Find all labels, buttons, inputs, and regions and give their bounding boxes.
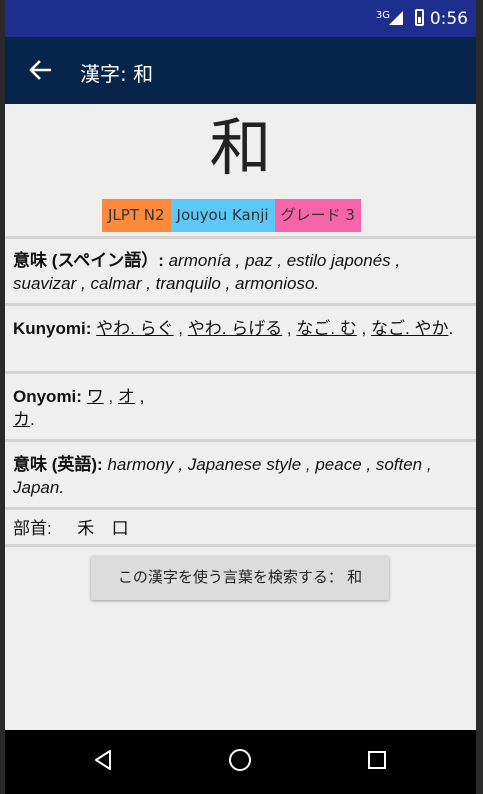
divider — [5, 371, 476, 374]
kunyomi-separator: , — [356, 319, 371, 338]
nav-recents-icon[interactable] — [368, 751, 386, 769]
divider — [5, 507, 476, 510]
meaning-english: 意味 (英語): harmony , Japanese style , peac… — [13, 453, 468, 499]
divider — [5, 544, 476, 547]
onyomi-label: Onyomi: — [13, 387, 82, 406]
jlpt-tag: JLPT N2 — [102, 199, 171, 232]
navigation-bar — [5, 730, 476, 794]
kunyomi-reading[interactable]: やわ. らぐ — [96, 319, 173, 338]
app-screen: 3G 0:56 漢字: 和 和 JLPT N2 Jouyou Kanji グレー… — [5, 0, 476, 794]
status-bar: 3G 0:56 — [5, 0, 476, 37]
nav-back-icon[interactable] — [93, 749, 113, 771]
kunyomi-separator: , — [282, 319, 297, 338]
kunyomi-reading[interactable]: やわ. らげる — [188, 319, 282, 338]
radical-item[interactable]: 禾 — [77, 519, 94, 538]
divider — [5, 303, 476, 306]
kanji-character: 和 — [209, 111, 272, 184]
app-bar: 漢字: 和 — [5, 37, 476, 104]
network-type: 3G — [375, 10, 390, 21]
kunyomi-end: . — [448, 319, 454, 338]
radical-item[interactable]: 口 — [112, 519, 129, 538]
onyomi-reading[interactable]: オ — [118, 387, 135, 406]
divider — [5, 439, 476, 442]
status-time: 0:56 — [429, 9, 468, 29]
signal-icon — [389, 11, 403, 25]
kunyomi-reading[interactable]: なご. やか — [371, 319, 448, 338]
onyomi-row: Onyomi: ワ , オ , カ. — [13, 385, 468, 431]
meaning-spanish-label: 意味 (スペイン語）: — [13, 251, 164, 270]
kunyomi-reading[interactable]: なご. む — [296, 319, 356, 338]
battery-icon — [415, 9, 424, 26]
onyomi-reading[interactable]: カ — [13, 410, 30, 429]
jouyou-tag: Jouyou Kanji — [170, 199, 275, 232]
onyomi-separator: , — [134, 387, 145, 406]
radicals-row: 部首: 禾 口 — [13, 517, 468, 540]
meaning-spanish: 意味 (スペイン語）: armonía , paz , estilo japon… — [13, 249, 468, 295]
grade-tag: グレード 3 — [274, 199, 361, 232]
onyomi-separator: , — [103, 387, 118, 406]
onyomi-end: . — [30, 410, 35, 429]
kunyomi-row: Kunyomi: やわ. らぐ , やわ. らげる , なご. む , なご. … — [13, 317, 468, 340]
page-title: 漢字: 和 — [80, 62, 154, 86]
nav-home-icon[interactable] — [229, 749, 251, 771]
onyomi-reading[interactable]: ワ — [87, 387, 104, 406]
radicals-label: 部首: — [13, 519, 52, 538]
kunyomi-label: Kunyomi: — [13, 319, 92, 338]
search-words-button[interactable]: この漢字を使う言葉を検索する： 和 — [91, 556, 389, 600]
divider — [5, 236, 476, 239]
meaning-english-label: 意味 (英語): — [13, 455, 103, 474]
kunyomi-separator: , — [173, 319, 188, 338]
kanji-tags: JLPT N2 Jouyou Kanji グレード 3 — [102, 199, 361, 232]
back-arrow-icon[interactable] — [23, 53, 57, 87]
kanji-detail: 和 JLPT N2 Jouyou Kanji グレード 3 意味 (スペイン語）… — [5, 104, 476, 730]
